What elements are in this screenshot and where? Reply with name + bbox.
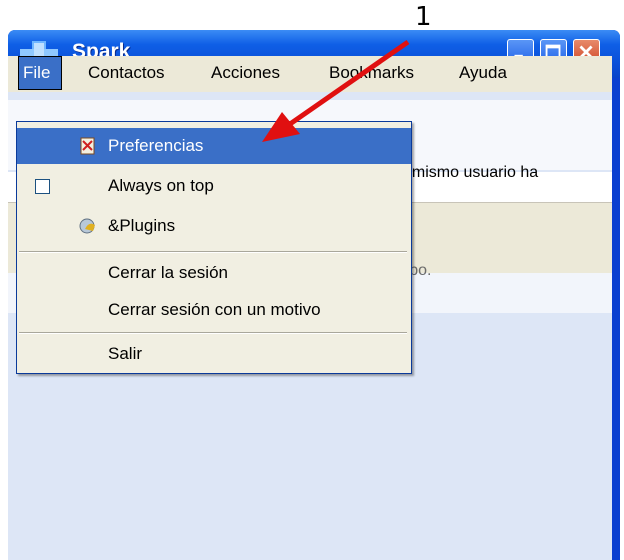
menu-item-label: Salir	[108, 344, 143, 363]
menu-item-cerrar-sesion-motivo[interactable]: Cerrar sesión con un motivo	[17, 292, 411, 328]
annotation-number: 1	[415, 2, 432, 32]
menu-item-label: Cerrar sesión con un motivo	[108, 300, 321, 319]
menu-item-cerrar-sesion[interactable]: Cerrar la sesión	[17, 255, 411, 291]
menu-file[interactable]: File	[18, 56, 62, 90]
plugins-icon	[79, 218, 95, 234]
menu-contactos[interactable]: Contactos	[88, 56, 165, 90]
menu-item-label: &Plugins	[108, 216, 176, 235]
menu-bookmarks[interactable]: Bookmarks	[329, 56, 414, 90]
menu-item-plugins[interactable]: &Plugins	[17, 208, 411, 244]
file-menu-dropdown: Preferencias Always on top &Plugins Cerr…	[16, 121, 412, 374]
menu-acciones[interactable]: Acciones	[211, 56, 280, 90]
menu-bar: File Contactos Acciones Bookmarks Ayuda	[8, 56, 612, 92]
menu-item-salir[interactable]: Salir	[17, 336, 411, 372]
menu-item-label: Always on top	[108, 176, 214, 195]
menu-ayuda[interactable]: Ayuda	[459, 56, 507, 90]
menu-item-preferencias[interactable]: Preferencias	[17, 128, 411, 164]
menu-item-always-on-top[interactable]: Always on top	[17, 168, 411, 204]
menu-separator	[19, 332, 407, 334]
notice-text: el mismo usuario ha	[395, 164, 539, 181]
preferences-icon	[80, 137, 95, 155]
menu-file-label: File	[23, 63, 51, 82]
menu-separator	[19, 251, 407, 253]
menu-item-label: Cerrar la sesión	[108, 263, 228, 282]
always-on-top-checkbox[interactable]	[35, 179, 50, 194]
menu-item-label: Preferencias	[108, 136, 204, 155]
